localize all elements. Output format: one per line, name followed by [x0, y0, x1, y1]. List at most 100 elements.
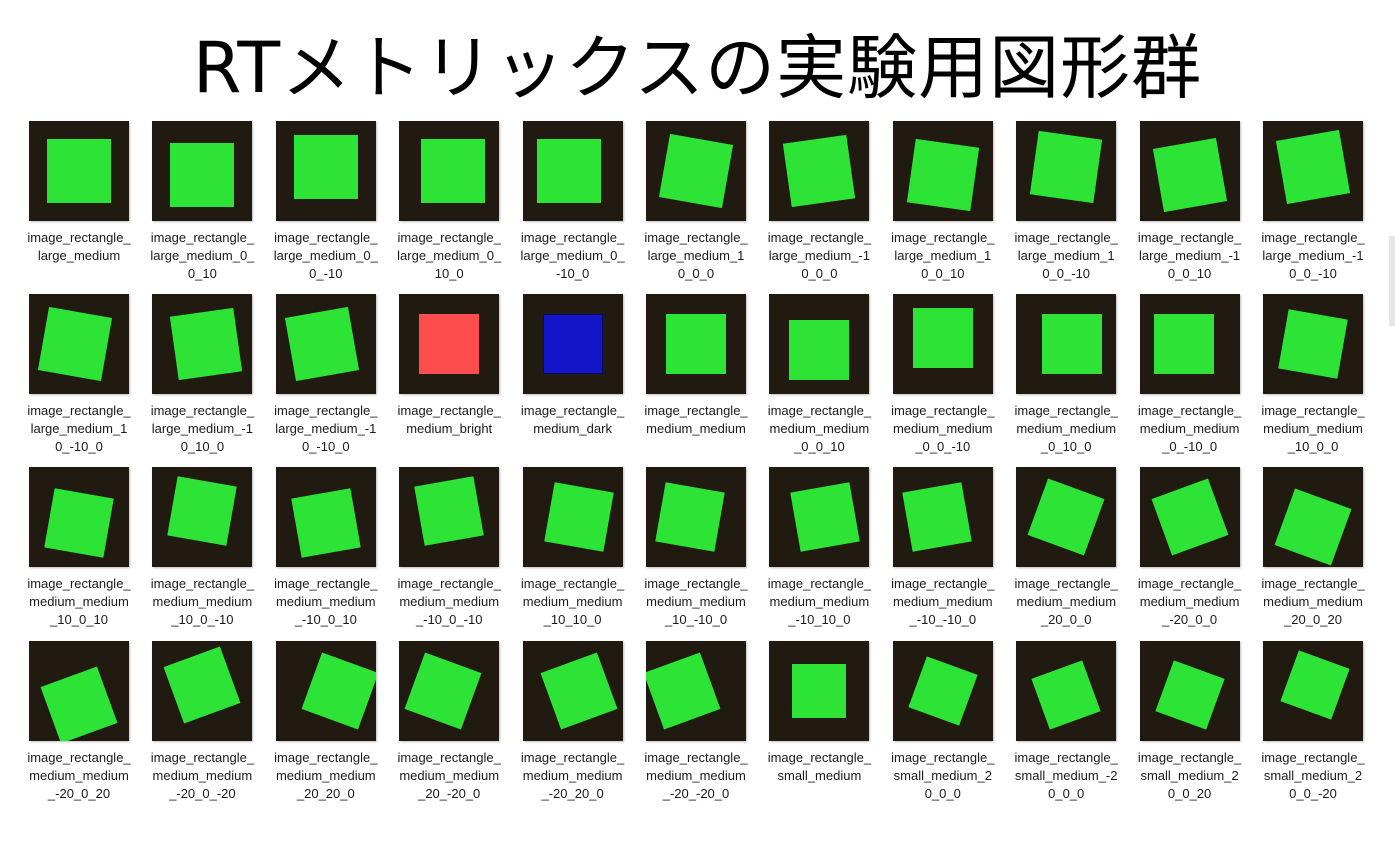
file-thumbnail — [399, 640, 500, 741]
file-item[interactable]: image_rectangle_ medium_bright — [397, 294, 507, 464]
file-item[interactable]: image_rectangle_ medium_medium _20_0_0 — [1014, 467, 1124, 637]
file-name: image_rectangle_ medium_medium _10_-10_0 — [644, 576, 748, 628]
file-name: image_rectangle_ medium_medium _0_0_-10 — [891, 403, 995, 455]
file-name: image_rectangle_ large_medium_0_ 10_0 — [397, 230, 502, 281]
file-item[interactable]: image_rectangle_ medium_medium _10_0_10 — [27, 467, 137, 637]
file-thumbnail — [892, 467, 993, 568]
file-item[interactable]: image_rectangle_ medium_medium _0_0_-10 — [891, 294, 1001, 464]
file-item[interactable]: image_rectangle_ medium_medium _20_20_0 — [274, 640, 384, 811]
file-thumbnail — [152, 121, 253, 221]
square-shape — [1154, 659, 1225, 730]
file-item[interactable]: image_rectangle_ small_medium_2 0_0_20 — [1138, 640, 1248, 811]
file-item[interactable]: image_rectangle_ large_medium_0_ 0_10 — [150, 121, 260, 291]
square-shape — [783, 134, 856, 208]
scrollbar-edge[interactable] — [1389, 236, 1395, 326]
file-item[interactable]: image_rectangle_ large_medium_-1 0_0_-10 — [1261, 121, 1371, 291]
file-name: image_rectangle_ medium_medium _0_-10_0 — [1137, 403, 1242, 455]
file-item[interactable]: image_rectangle_ medium_medium _-20_0_20 — [27, 640, 137, 811]
file-item[interactable]: image_rectangle_ medium_dark — [521, 294, 631, 464]
square-shape — [655, 482, 725, 553]
file-name: image_rectangle_ large_medium_1 0_0_10 — [891, 230, 995, 281]
file-item[interactable]: image_rectangle_ medium_medium _0_10_0 — [1014, 294, 1124, 464]
file-thumbnail — [1139, 121, 1240, 221]
file-item[interactable]: image_rectangle_ large_medium_0_ 10_0 — [397, 121, 507, 291]
square-shape — [1152, 137, 1227, 213]
square-shape — [536, 139, 601, 203]
file-thumbnail — [29, 640, 129, 741]
file-item[interactable]: image_rectangle_ medium_medium _-10_10_0 — [767, 467, 877, 637]
file-item[interactable]: image_rectangle_ medium_medium _20_0_20 — [1261, 467, 1371, 637]
square-shape — [291, 488, 361, 559]
square-shape — [1278, 309, 1348, 379]
square-shape — [1275, 129, 1351, 205]
square-shape — [902, 482, 972, 553]
page-title: RTメトリックスの実験用図形群 — [192, 27, 1203, 109]
file-item[interactable]: image_rectangle_ medium_medium _-20_0_0 — [1138, 467, 1248, 637]
file-item[interactable]: image_rectangle_ small_medium_2 0_0_-20 — [1261, 640, 1371, 811]
file-item[interactable]: image_rectangle_ medium_medium _20_-20_0 — [397, 640, 507, 811]
file-item[interactable]: image_rectangle_ small_medium_-2 0_0_0 — [1014, 640, 1124, 811]
file-item[interactable]: image_rectangle_ large_medium_1 0_-10_0 — [27, 294, 137, 464]
file-thumbnail — [522, 121, 623, 221]
file-thumbnail — [1139, 294, 1240, 395]
file-thumbnail — [275, 294, 376, 395]
file-name: image_rectangle_ medium_medium _-10_-10_… — [891, 576, 995, 628]
file-item[interactable]: image_rectangle_ medium_medium _0_0_10 — [767, 294, 877, 464]
file-item[interactable]: image_rectangle_ medium_medium _10_-10_0 — [644, 467, 754, 637]
file-name: image_rectangle_ medium_medium — [644, 403, 748, 437]
file-item[interactable]: image_rectangle_ medium_medium _-10_0_10 — [274, 467, 384, 637]
file-name: image_rectangle_ medium_medium _-20_0_-2… — [150, 749, 255, 801]
square-shape — [163, 646, 241, 724]
square-shape — [1030, 130, 1103, 204]
file-item[interactable]: image_rectangle_ medium_medium _-10_-10_… — [891, 467, 1001, 637]
file-item[interactable]: image_rectangle_ large_medium_-1 0_-10_0 — [274, 294, 384, 464]
file-name: image_rectangle_ large_medium — [27, 230, 131, 263]
file-item[interactable]: image_rectangle_ large_medium_-1 0_0_0 — [767, 121, 877, 291]
file-item[interactable]: image_rectangle_ medium_medium _10_0_-10 — [150, 467, 260, 637]
file-thumbnail — [275, 467, 376, 568]
file-item[interactable]: image_rectangle_ medium_medium _0_-10_0 — [1138, 294, 1248, 464]
file-thumbnail — [522, 467, 623, 568]
file-item[interactable]: image_rectangle_ large_medium_0_ 0_-10 — [274, 121, 384, 291]
file-name: image_rectangle_ large_medium_-1 0_0_-10 — [1261, 230, 1365, 281]
file-thumbnail — [1016, 640, 1117, 741]
file-item[interactable]: image_rectangle_ large_medium_-1 0_0_10 — [1138, 121, 1248, 291]
file-item[interactable]: image_rectangle_ small_medium — [767, 640, 877, 811]
file-name: image_rectangle_ medium_medium _-20_0_0 — [1137, 576, 1242, 628]
file-thumbnail — [399, 467, 500, 568]
file-item[interactable]: image_rectangle_ small_medium_2 0_0_0 — [891, 640, 1001, 811]
file-name: image_rectangle_ medium_medium _10_0_10 — [27, 576, 131, 628]
file-item[interactable]: image_rectangle_ medium_medium _10_10_0 — [521, 467, 631, 637]
file-thumbnail — [275, 121, 376, 221]
file-item[interactable]: image_rectangle_ large_medium_1 0_0_0 — [644, 121, 754, 291]
square-shape — [1027, 478, 1105, 556]
file-item[interactable]: image_rectangle_ large_medium_-1 0_10_0 — [150, 294, 260, 464]
file-item[interactable]: image_rectangle_ medium_medium _10_0_0 — [1261, 294, 1371, 464]
file-item[interactable]: image_rectangle_ medium_medium — [644, 294, 754, 464]
file-item[interactable]: image_rectangle_ medium_medium _-20_0_-2… — [150, 640, 260, 811]
square-shape — [47, 139, 111, 203]
file-thumbnail — [769, 467, 870, 568]
file-name: image_rectangle_ medium_medium _20_0_0 — [1014, 576, 1118, 628]
file-thumbnail — [29, 121, 129, 221]
square-shape — [414, 476, 484, 547]
square-shape — [293, 135, 358, 199]
file-name: image_rectangle_ small_medium — [767, 749, 872, 783]
file-item[interactable]: image_rectangle_ large_medium_1 0_0_-10 — [1014, 121, 1124, 291]
file-item[interactable]: image_rectangle_ large_medium_1 0_0_10 — [891, 121, 1001, 291]
file-thumbnail — [769, 294, 870, 395]
square-shape — [1151, 478, 1229, 556]
square-shape — [1280, 649, 1350, 720]
file-item[interactable]: image_rectangle_ large_medium — [27, 121, 137, 291]
square-shape — [170, 143, 235, 207]
file-name: image_rectangle_ medium_medium _10_10_0 — [520, 576, 625, 628]
file-item[interactable]: image_rectangle_ medium_medium _-10_0_-1… — [397, 467, 507, 637]
file-name: image_rectangle_ medium_medium _-20_-20_… — [644, 749, 748, 801]
file-thumbnail — [29, 294, 129, 395]
file-item[interactable]: image_rectangle_ medium_medium _-20_-20_… — [644, 640, 754, 811]
file-item[interactable]: image_rectangle_ large_medium_0_ -10_0 — [521, 121, 631, 291]
file-item[interactable]: image_rectangle_ medium_medium _-20_20_0 — [521, 640, 631, 811]
square-shape — [170, 308, 243, 381]
file-name: image_rectangle_ medium_medium _20_0_20 — [1261, 576, 1365, 628]
file-name: image_rectangle_ medium_medium _20_-20_0 — [397, 749, 501, 801]
